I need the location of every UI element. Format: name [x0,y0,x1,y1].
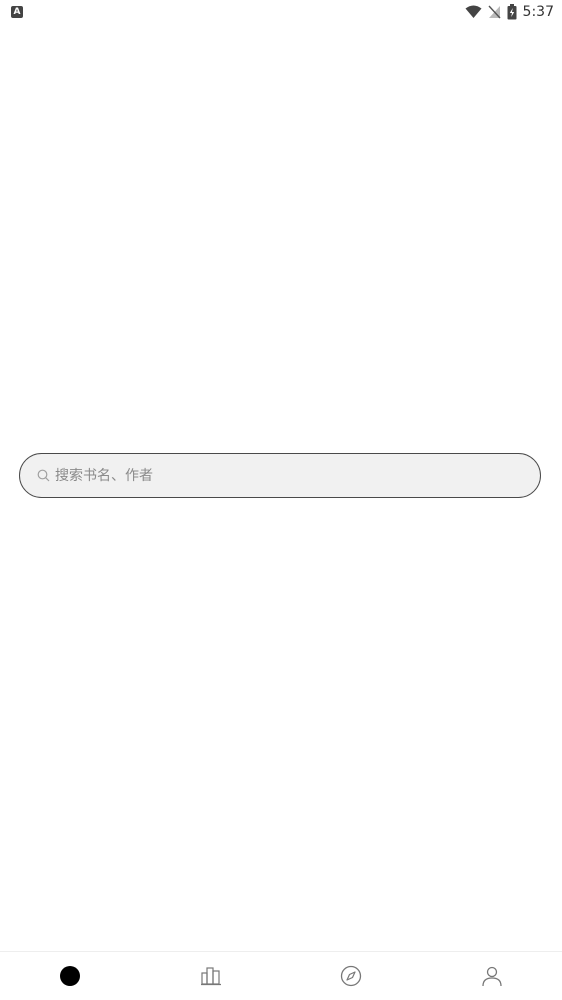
status-bar: A 5:37 [0,0,562,24]
bottom-nav [0,951,562,1000]
nav-tab-bookshelf[interactable] [141,952,282,1000]
nav-tab-profile[interactable] [422,952,562,1000]
nav-tab-discover[interactable] [281,952,422,1000]
compass-icon [340,965,362,987]
a-notification-icon: A [11,6,23,18]
search-input[interactable] [55,454,540,497]
no-signal-icon [488,5,501,19]
status-indicators: 5:37 [465,3,554,21]
home-dot-icon [59,965,81,987]
search-bar[interactable] [19,453,541,498]
wifi-icon [465,5,482,19]
search-icon [37,469,51,483]
bookshelf-icon [200,965,222,987]
status-time: 5:37 [522,4,554,20]
battery-charging-icon [507,4,517,20]
user-icon [481,965,503,987]
nav-tab-home[interactable] [0,952,141,1000]
